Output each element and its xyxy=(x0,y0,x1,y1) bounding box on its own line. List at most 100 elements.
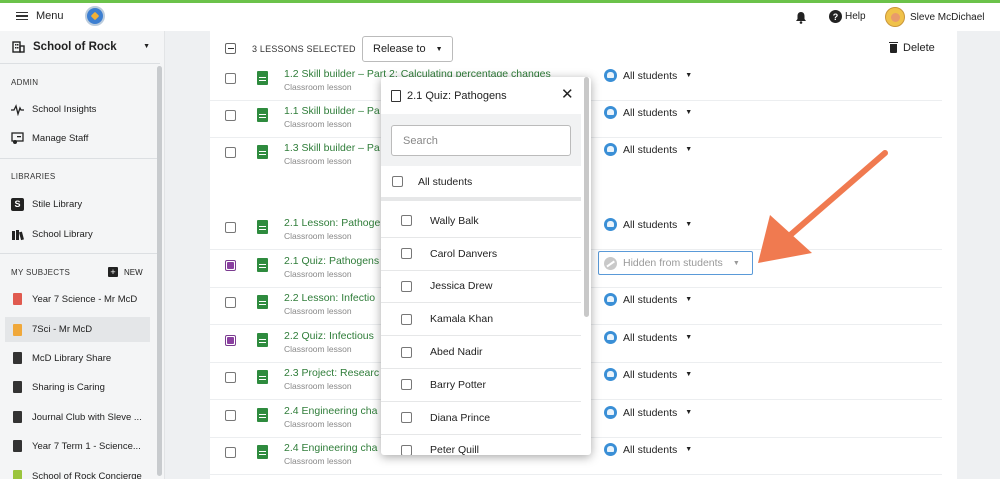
help-label: Help xyxy=(845,11,866,22)
lesson-title[interactable]: 2.4 Engineering cha xyxy=(284,405,377,417)
lesson-type: Classroom lesson xyxy=(284,306,352,316)
student-checkbox[interactable] xyxy=(401,444,412,455)
all-students-option[interactable]: All students xyxy=(381,166,581,201)
sidebar-item-subject[interactable]: Journal Club with Sleve ... xyxy=(11,406,156,428)
hamburger-icon xyxy=(16,11,28,21)
student-checkbox[interactable] xyxy=(401,346,412,358)
lesson-checkbox[interactable] xyxy=(225,222,236,233)
lesson-checkbox[interactable] xyxy=(225,110,236,121)
chevron-down-icon: ▼ xyxy=(685,409,693,416)
student-checkbox[interactable] xyxy=(401,280,412,292)
school-selector[interactable]: School of Rock ▼ xyxy=(12,40,150,53)
student-item[interactable]: Carol Danvers xyxy=(381,238,581,271)
sidebar-item-subject-active[interactable]: 7Sci - Mr McD xyxy=(5,317,150,342)
audience-dropdown[interactable]: All students ▼ xyxy=(604,69,692,82)
sidebar-item-label: Manage Staff xyxy=(32,132,89,144)
student-item[interactable]: Jessica Drew xyxy=(381,271,581,304)
sidebar-item-subject[interactable]: Sharing is Caring xyxy=(11,376,156,398)
lesson-checkbox[interactable] xyxy=(225,410,236,421)
chevron-down-icon: ▼ xyxy=(685,446,693,453)
chevron-down-icon: ▼ xyxy=(435,45,443,53)
bell-icon[interactable] xyxy=(795,11,807,24)
student-item[interactable]: Peter Quill xyxy=(381,435,581,455)
student-checkbox[interactable] xyxy=(401,248,412,260)
lesson-title[interactable]: 2.3 Project: Researc xyxy=(284,367,379,379)
plus-icon: + xyxy=(108,267,118,277)
student-name: Kamala Khan xyxy=(430,313,494,326)
book-icon xyxy=(13,381,22,393)
audience-dropdown[interactable]: All students ▼ xyxy=(604,331,692,344)
audience-dropdown[interactable]: All students ▼ xyxy=(604,293,692,306)
close-icon[interactable]: ✕ xyxy=(561,87,574,102)
student-item[interactable]: Wally Balk xyxy=(381,205,581,238)
lesson-checkbox[interactable] xyxy=(225,147,236,158)
book-icon xyxy=(13,323,22,336)
audience-label: All students xyxy=(623,368,678,381)
new-subject-button[interactable]: + NEW xyxy=(108,267,143,277)
lesson-title[interactable]: 1.1 Skill builder – Pa xyxy=(284,105,380,117)
sidebar-item-label: McD Library Share xyxy=(32,352,112,364)
sidebar-item-subject[interactable]: Year 7 Term 1 - Science... xyxy=(11,435,156,457)
menu-button[interactable]: Menu xyxy=(16,10,64,22)
students-icon xyxy=(604,218,617,231)
student-item[interactable]: Kamala Khan xyxy=(381,303,581,337)
lesson-checkbox[interactable] xyxy=(225,297,236,308)
student-checkbox[interactable] xyxy=(401,412,412,424)
audience-dropdown[interactable]: All students ▼ xyxy=(604,368,692,381)
lesson-title[interactable]: 2.2 Quiz: Infectious xyxy=(284,330,374,342)
sidebar-item-school-insights[interactable]: School Insights xyxy=(11,98,156,120)
document-icon xyxy=(257,258,268,272)
selected-count: 3 LESSONS SELECTED xyxy=(252,44,356,54)
sidebar-item-subject[interactable]: Year 7 Science - Mr McD xyxy=(11,288,156,310)
lesson-title[interactable]: 2.2 Lesson: Infectio xyxy=(284,292,375,304)
user-menu[interactable]: Sleve McDichael xyxy=(885,7,984,27)
student-list: Wally Balk Carol Danvers Jessica Drew Ka… xyxy=(381,205,581,455)
audience-dropdown[interactable]: All students ▼ xyxy=(604,443,692,456)
all-students-checkbox[interactable] xyxy=(392,176,403,187)
student-checkbox[interactable] xyxy=(401,313,412,325)
sidebar-item-label: Year 7 Science - Mr McD xyxy=(32,293,138,305)
sidebar-item-manage-staff[interactable]: Manage Staff xyxy=(11,127,156,149)
delete-label: Delete xyxy=(903,42,935,54)
lesson-title[interactable]: 2.4 Engineering cha xyxy=(284,442,377,454)
student-search-input[interactable] xyxy=(391,125,571,156)
delete-button[interactable]: Delete xyxy=(889,41,935,54)
student-item[interactable]: Barry Potter xyxy=(381,369,581,402)
sidebar-item-label: Sharing is Caring xyxy=(32,381,105,393)
audience-dropdown[interactable]: All students ▼ xyxy=(604,218,692,231)
sidebar-item-school-library[interactable]: School Library xyxy=(11,223,156,245)
audience-dropdown[interactable]: All students ▼ xyxy=(604,143,692,156)
student-item[interactable]: Diana Prince xyxy=(381,402,581,435)
document-icon xyxy=(257,295,268,309)
books-icon xyxy=(12,229,24,240)
sidebar-item-subject[interactable]: School of Rock Concierge xyxy=(11,465,156,479)
chevron-down-icon: ▼ xyxy=(685,334,693,341)
lesson-checkbox-checked[interactable] xyxy=(225,260,236,271)
hidden-from-students-dropdown[interactable]: Hidden from students ▼ xyxy=(598,251,753,275)
select-all-checkbox[interactable] xyxy=(225,43,236,54)
release-to-button[interactable]: Release to ▼ xyxy=(362,36,453,62)
lesson-checkbox-checked[interactable] xyxy=(225,335,236,346)
lesson-checkbox[interactable] xyxy=(225,372,236,383)
sidebar-item-stile-library[interactable]: S Stile Library xyxy=(11,193,156,215)
student-name: Jessica Drew xyxy=(430,280,493,293)
lesson-type: Classroom lesson xyxy=(284,381,352,391)
lesson-title[interactable]: 2.1 Quiz: Pathogens xyxy=(284,255,379,267)
lesson-title[interactable]: 1.3 Skill builder – Pa xyxy=(284,142,380,154)
stile-logo-icon[interactable] xyxy=(85,6,105,26)
students-icon xyxy=(604,106,617,119)
audience-dropdown[interactable]: All students ▼ xyxy=(604,106,692,119)
lesson-checkbox[interactable] xyxy=(225,73,236,84)
help-button[interactable]: ? Help xyxy=(829,10,866,23)
lesson-checkbox[interactable] xyxy=(225,447,236,458)
student-item[interactable]: Abed Nadir xyxy=(381,336,581,369)
audience-dropdown[interactable]: All students ▼ xyxy=(604,406,692,419)
students-icon xyxy=(604,293,617,306)
popup-scrollbar[interactable] xyxy=(584,77,589,317)
document-icon xyxy=(257,71,268,85)
lesson-title[interactable]: 2.1 Lesson: Pathoge xyxy=(284,217,380,229)
student-checkbox[interactable] xyxy=(401,215,412,227)
student-checkbox[interactable] xyxy=(401,379,412,391)
sidebar-scrollbar[interactable] xyxy=(157,66,162,476)
sidebar-item-subject[interactable]: McD Library Share xyxy=(11,347,156,369)
